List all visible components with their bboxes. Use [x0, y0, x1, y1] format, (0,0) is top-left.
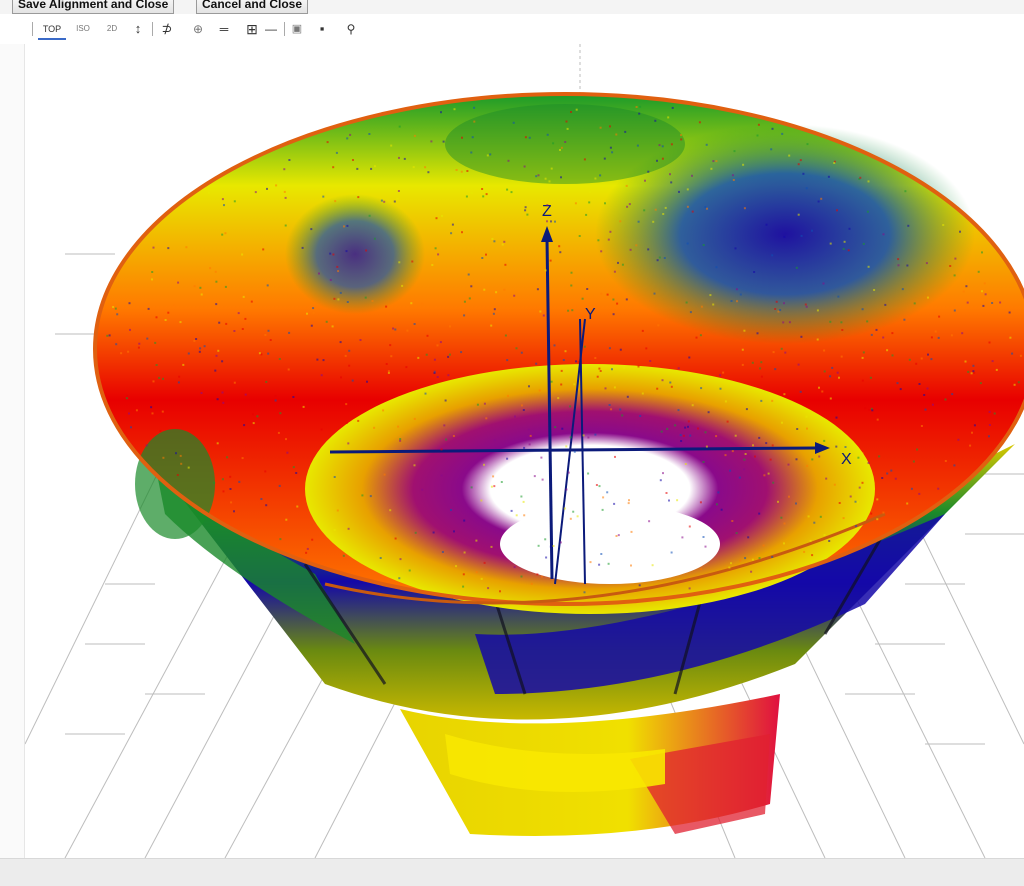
point-cloud-viewport[interactable]: X Y Z: [25, 44, 1024, 858]
cancel-close-button[interactable]: Cancel and Close: [196, 0, 309, 14]
deviation-point-cloud-view: X Y Z: [25, 44, 1024, 858]
x-axis-label: X: [841, 451, 852, 468]
axis-arrows-icon[interactable]: ↕: [128, 20, 148, 38]
iso-view-icon[interactable]: ISO: [70, 20, 96, 38]
camera-icon[interactable]: ▪: [312, 20, 332, 38]
inner-blue-spot-left: [285, 194, 425, 314]
status-bar: [0, 858, 1024, 886]
rotate-icon[interactable]: ⊕: [188, 20, 208, 38]
line-tool-icon[interactable]: —: [262, 20, 280, 38]
window-button-bar: Save Alignment and Close Cancel and Clos…: [0, 0, 1024, 14]
toolbar-separator: [284, 22, 285, 36]
2d-view-icon[interactable]: 2D: [102, 20, 122, 38]
toolbar-separator: [152, 22, 153, 36]
left-panel-edge: [0, 44, 25, 858]
level-icon[interactable]: ═: [214, 20, 234, 38]
toolbar-separator: [32, 22, 33, 36]
section-tool-icon[interactable]: ⊅: [156, 20, 178, 38]
top-view-icon[interactable]: TOP: [38, 20, 66, 40]
view-toolbar: TOP ISO 2D ↕ ⊅ ⊕ ═ ⊞ — ▣ ▪ ⚲: [0, 14, 1024, 45]
y-axis-label: Y: [585, 306, 596, 323]
grid-icon[interactable]: ⊞: [242, 20, 262, 38]
box-tool-icon[interactable]: ▣: [288, 20, 306, 38]
pin-icon[interactable]: ⚲: [342, 20, 360, 38]
save-alignment-button[interactable]: Save Alignment and Close: [12, 0, 175, 14]
floor-opening: [500, 504, 720, 584]
